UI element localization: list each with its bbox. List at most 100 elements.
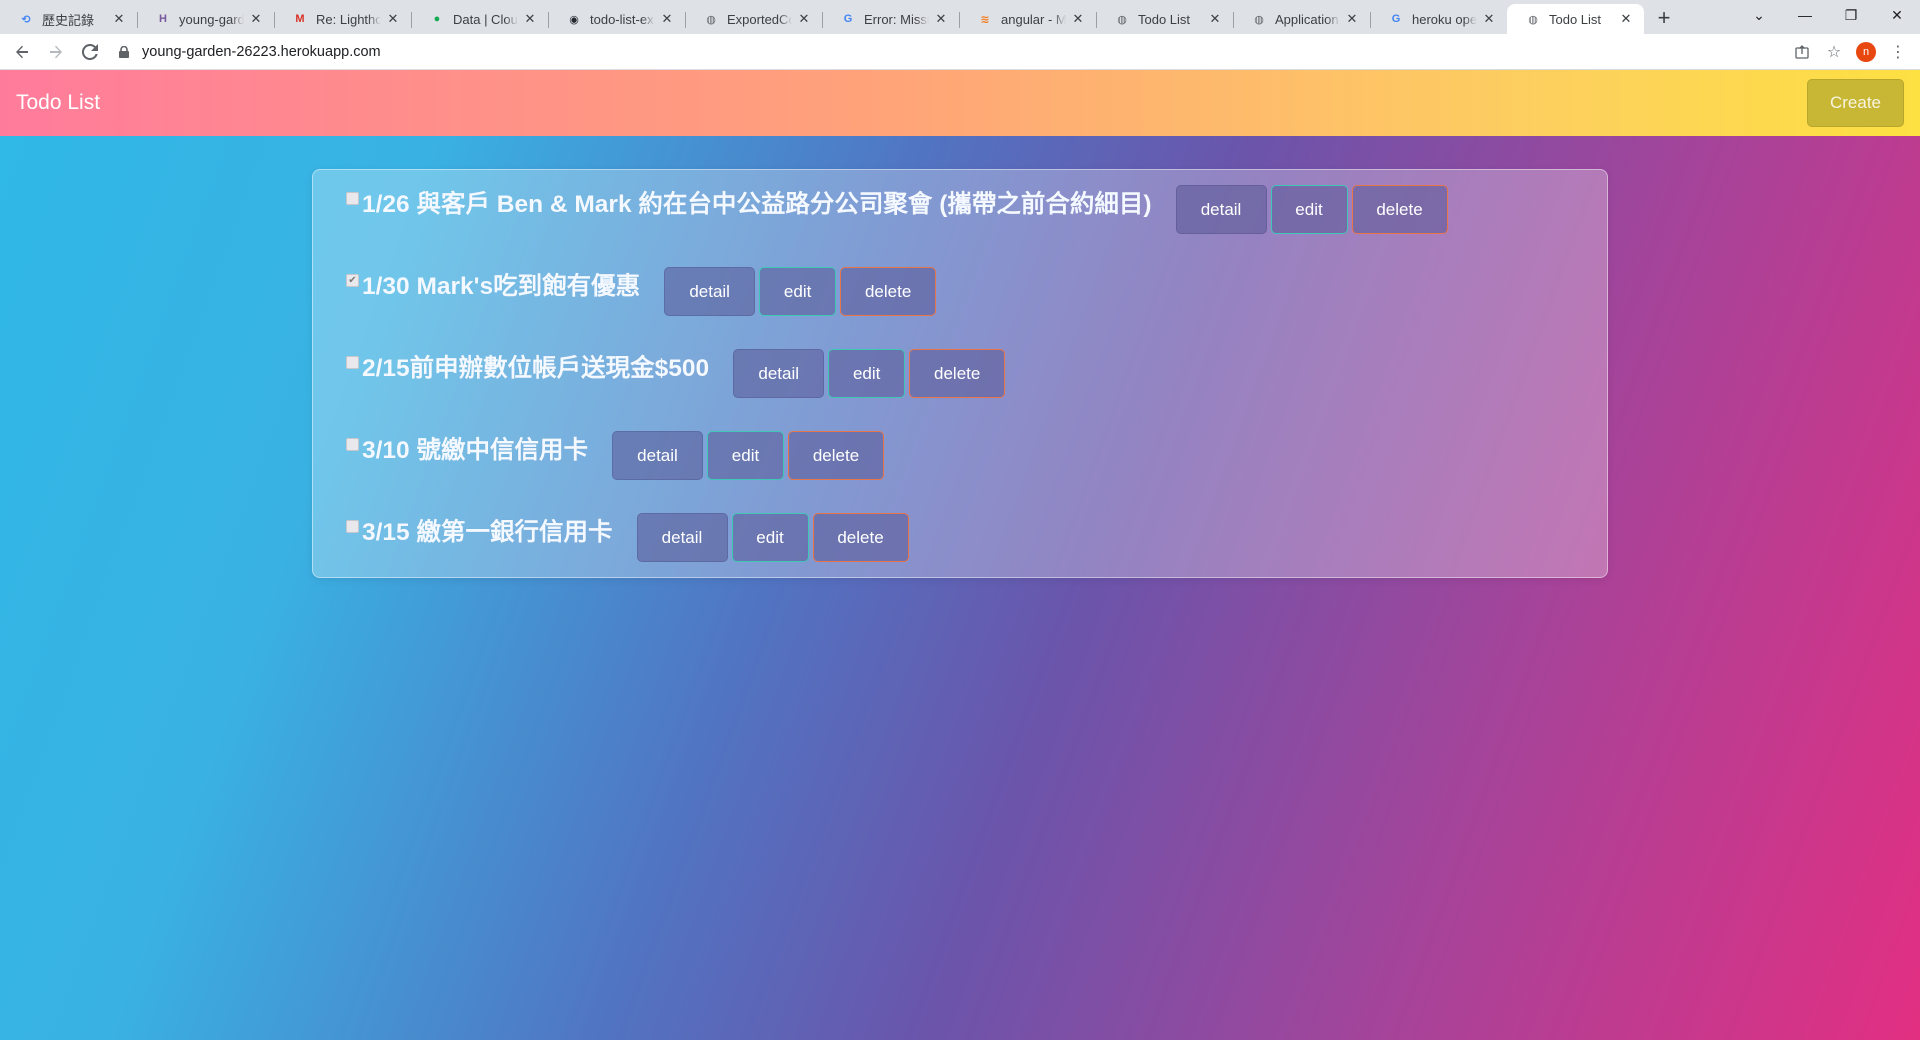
tab-title: Application E: [1275, 11, 1340, 27]
mongodb-icon: ●: [433, 13, 441, 25]
globe-icon: ◍: [1117, 13, 1127, 26]
todo-actions: detail edit delete: [636, 513, 913, 562]
lock-icon[interactable]: [114, 45, 134, 58]
browser-tab[interactable]: ● Data | Cloud ✕: [411, 4, 548, 34]
tab-title: angular - Mi: [1001, 11, 1066, 27]
profile-avatar[interactable]: n: [1850, 36, 1882, 68]
tab-title: Error: Missing: [864, 11, 929, 27]
detail-button[interactable]: detail: [636, 513, 728, 562]
todo-text: 2/15前申辦數位帳戶送現金$500: [362, 355, 710, 382]
detail-button[interactable]: detail: [733, 349, 825, 398]
heroku-icon: H: [159, 13, 167, 25]
tab-close-icon[interactable]: ✕: [659, 11, 675, 27]
todo-checkbox[interactable]: [346, 356, 359, 369]
detail-button[interactable]: detail: [1175, 185, 1267, 234]
tab-close-icon[interactable]: ✕: [248, 11, 264, 27]
browser-tab[interactable]: ◍ ExportedCon✕: [685, 4, 822, 34]
tab-close-icon[interactable]: ✕: [1618, 11, 1634, 27]
todo-actions: detail edit delete: [664, 267, 940, 316]
browser-tab[interactable]: ◉ todo-list-express✕: [548, 4, 685, 34]
menu-kebab-icon[interactable]: ⋮: [1882, 36, 1914, 68]
tab-title: todo-list-express: [590, 11, 655, 27]
todo-item: 2/15前申辦數位帳戶送現金$500 detail edit delete: [313, 334, 1009, 398]
todo-actions: detail edit delete: [612, 431, 888, 480]
tab-title: Data | Cloud: [453, 11, 518, 27]
detail-button[interactable]: detail: [664, 267, 756, 316]
browser-tab[interactable]: ◍ Application E✕: [1233, 4, 1370, 34]
back-icon[interactable]: [6, 36, 38, 68]
tab-search-icon[interactable]: ⌄: [1736, 0, 1782, 30]
stackoverflow-icon: ≋: [980, 13, 990, 26]
todo-list-card: 1/26 與客戶 Ben & Mark 約在台中公益路分公司聚會 (攜帶之前合約…: [312, 169, 1608, 578]
todo-item: 1/26 與客戶 Ben & Mark 約在台中公益路分公司聚會 (攜帶之前合約…: [313, 170, 1452, 234]
tab-close-icon[interactable]: ✕: [1481, 11, 1497, 27]
edit-button[interactable]: edit: [759, 267, 837, 316]
todo-item: 3/10 號繳中信信用卡 detail edit delete: [313, 416, 888, 480]
globe-icon: ◍: [1528, 13, 1538, 26]
browser-tab[interactable]: ≋ angular - Mi ✕: [959, 4, 1096, 34]
todo-text: 1/30 Mark's吃到飽有優惠: [362, 273, 641, 300]
browser-tab[interactable]: M Re: Lighthouse✕: [274, 4, 411, 34]
delete-button[interactable]: delete: [788, 431, 884, 480]
new-tab-button[interactable]: +: [1650, 4, 1678, 32]
tab-close-icon[interactable]: ✕: [1207, 11, 1223, 27]
todo-item: 3/15 繳第一銀行信用卡 detail edit delete: [313, 498, 913, 562]
delete-button[interactable]: delete: [840, 267, 937, 316]
todo-item: ✔ 1/30 Mark's吃到飽有優惠 detail edit delete: [313, 252, 940, 316]
browser-toolbar: young-garden-26223.herokuapp.com ☆ n ⋮: [0, 34, 1920, 70]
todo-actions: detail edit delete: [733, 349, 1009, 398]
tab-title: 歷史記錄: [42, 12, 95, 28]
browser-tab[interactable]: Gheroku open✕: [1370, 4, 1507, 34]
create-button[interactable]: Create: [1807, 79, 1904, 127]
close-window-icon[interactable]: ✕: [1874, 0, 1920, 30]
todo-checkbox[interactable]: [346, 192, 359, 205]
todo-checkbox[interactable]: [346, 438, 359, 451]
edit-button[interactable]: edit: [707, 431, 784, 480]
tab-close-icon[interactable]: ✕: [111, 11, 127, 27]
tab-close-icon[interactable]: ✕: [1344, 11, 1360, 27]
tab-title: young-garden: [179, 11, 244, 27]
browser-tab[interactable]: G Error: Missing✕: [822, 4, 959, 34]
edit-button[interactable]: edit: [828, 349, 906, 398]
globe-icon: ◍: [706, 13, 716, 26]
todo-checkbox[interactable]: ✔: [346, 274, 359, 287]
browser-tab[interactable]: ⟲ 歷史記錄 ✕: [0, 4, 137, 34]
url-text[interactable]: young-garden-26223.herokuapp.com: [142, 44, 381, 60]
address-bar[interactable]: young-garden-26223.herokuapp.com: [114, 37, 1786, 67]
page-viewport: Todo List Create 1/26 與客戶 Ben & Mark 約在台…: [0, 70, 1920, 1040]
globe-icon: ◍: [1254, 13, 1264, 26]
tab-close-icon[interactable]: ✕: [385, 11, 401, 27]
bookmark-star-icon[interactable]: ☆: [1818, 36, 1850, 68]
forward-icon[interactable]: [40, 36, 72, 68]
tab-close-icon[interactable]: ✕: [796, 11, 812, 27]
delete-button[interactable]: delete: [909, 349, 1006, 398]
google-icon: G: [843, 13, 853, 25]
todo-actions: detail edit delete: [1175, 185, 1452, 234]
tab-close-icon[interactable]: ✕: [933, 11, 949, 27]
tab-list: ⟲歷史記錄✕Hyoung-garden✕MRe: Lighthouse✕●Dat…: [0, 0, 1644, 34]
tab-strip: ⟲歷史記錄✕Hyoung-garden✕MRe: Lighthouse✕●Dat…: [0, 0, 1920, 34]
reload-icon[interactable]: [74, 36, 106, 68]
avatar: n: [1856, 41, 1876, 62]
tab-close-icon[interactable]: ✕: [522, 11, 538, 27]
tab-close-icon[interactable]: ✕: [1070, 11, 1086, 27]
browser-tab[interactable]: ◍ Todo List ✕: [1507, 4, 1644, 34]
brand-title[interactable]: Todo List: [16, 91, 100, 115]
share-icon[interactable]: [1786, 36, 1818, 68]
edit-button[interactable]: edit: [1270, 185, 1348, 234]
minimize-icon[interactable]: —: [1782, 0, 1828, 30]
todo-checkbox[interactable]: [346, 520, 359, 533]
detail-button[interactable]: detail: [612, 431, 703, 480]
window-controls: ⌄ — ❐ ✕: [1736, 0, 1920, 30]
restore-icon[interactable]: ❐: [1828, 0, 1874, 30]
tab-title: Todo List: [1549, 11, 1602, 27]
delete-button[interactable]: delete: [812, 513, 909, 562]
delete-button[interactable]: delete: [1351, 185, 1448, 234]
tab-title: ExportedCon: [727, 11, 792, 27]
browser-tab[interactable]: ◍ Todo List ✕: [1096, 4, 1233, 34]
history-icon: ⟲: [21, 13, 31, 26]
browser-tab[interactable]: Hyoung-garden✕: [137, 4, 274, 34]
tab-title: Re: Lighthouse: [316, 11, 381, 27]
tab-title: Todo List: [1138, 11, 1191, 27]
edit-button[interactable]: edit: [731, 513, 809, 562]
